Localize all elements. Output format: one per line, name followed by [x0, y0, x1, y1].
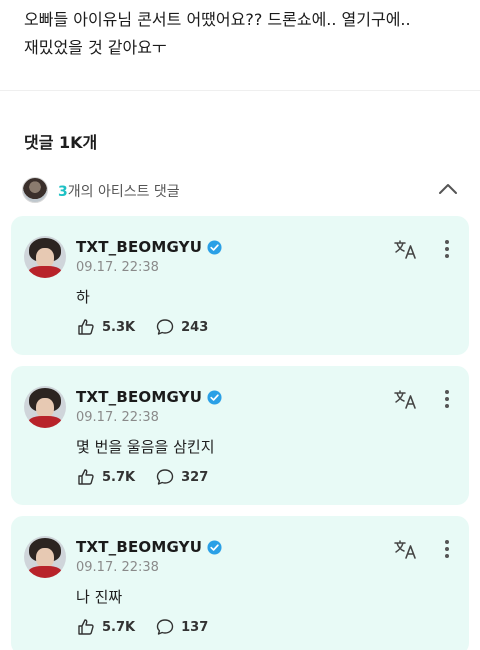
verified-badge-icon — [207, 389, 222, 405]
comment-text: 몇 번을 울음을 삼킨지 — [76, 438, 215, 456]
artist-comments-label: 3개의 아티스트 댓글 — [58, 181, 180, 201]
post-text: 오빠들 아이유님 콘서트 어땠어요?? 드론쇼에.. 열기구에.. 재밌었을 것… — [24, 10, 411, 57]
comment-author[interactable]: TXT_BEOMGYU — [76, 238, 202, 256]
reply-bubble-icon — [156, 319, 174, 335]
avatar[interactable] — [24, 386, 66, 428]
translate-icon[interactable] — [393, 238, 417, 260]
like-button[interactable]: 5.3K — [76, 317, 135, 337]
verified-badge-icon — [207, 539, 222, 555]
reply-count: 327 — [181, 469, 209, 485]
like-count: 5.7K — [102, 469, 136, 485]
comment-timestamp: 09.17. 22:38 — [76, 560, 159, 575]
artist-comment-count: 3 — [58, 184, 68, 200]
avatar[interactable] — [24, 236, 66, 278]
verified-badge-icon — [207, 239, 222, 255]
like-hand-icon — [78, 319, 94, 335]
comment-card[interactable]: TXT_BEOMGYU 09.17. 22:38 몇 번을 울음을 삼킨지 5.… — [11, 366, 469, 505]
like-count: 5.3K — [102, 319, 136, 335]
avatar — [22, 177, 48, 203]
artist-comments-label-text: 개의 아티스트 댓글 — [67, 184, 180, 200]
comment-text: 하 — [76, 288, 90, 306]
avatar[interactable] — [24, 536, 66, 578]
more-vertical-icon[interactable] — [439, 388, 455, 410]
more-vertical-icon[interactable] — [439, 238, 455, 260]
like-button[interactable]: 5.7K — [76, 467, 135, 487]
reply-button[interactable]: 243 — [155, 317, 208, 337]
comment-card[interactable]: TXT_BEOMGYU 09.17. 22:38 하 5.3K 243 — [11, 216, 469, 355]
reply-button[interactable]: 137 — [155, 617, 208, 637]
like-button[interactable]: 5.7K — [76, 617, 135, 637]
comment-card[interactable]: TXT_BEOMGYU 09.17. 22:38 나 진짜 5.7K 137 — [11, 516, 469, 650]
comment-author[interactable]: TXT_BEOMGYU — [76, 388, 202, 406]
more-vertical-icon[interactable] — [439, 538, 455, 560]
reply-count: 243 — [181, 319, 209, 335]
translate-icon[interactable] — [393, 388, 417, 410]
reply-button[interactable]: 327 — [155, 467, 208, 487]
translate-icon[interactable] — [393, 538, 417, 560]
like-hand-icon — [78, 469, 94, 485]
like-hand-icon — [78, 619, 94, 635]
divider — [0, 90, 480, 91]
reply-bubble-icon — [156, 469, 174, 485]
comment-timestamp: 09.17. 22:38 — [76, 260, 159, 275]
chevron-up-icon[interactable] — [436, 178, 460, 202]
comment-count-label: 댓글 1K개 — [24, 133, 98, 152]
comment-author[interactable]: TXT_BEOMGYU — [76, 538, 202, 556]
comment-text: 나 진짜 — [76, 588, 123, 606]
reply-bubble-icon — [156, 619, 174, 635]
artist-comments-header[interactable]: 3개의 아티스트 댓글 — [22, 176, 462, 206]
like-count: 5.7K — [102, 619, 136, 635]
reply-count: 137 — [181, 619, 209, 635]
comment-timestamp: 09.17. 22:38 — [76, 410, 159, 425]
